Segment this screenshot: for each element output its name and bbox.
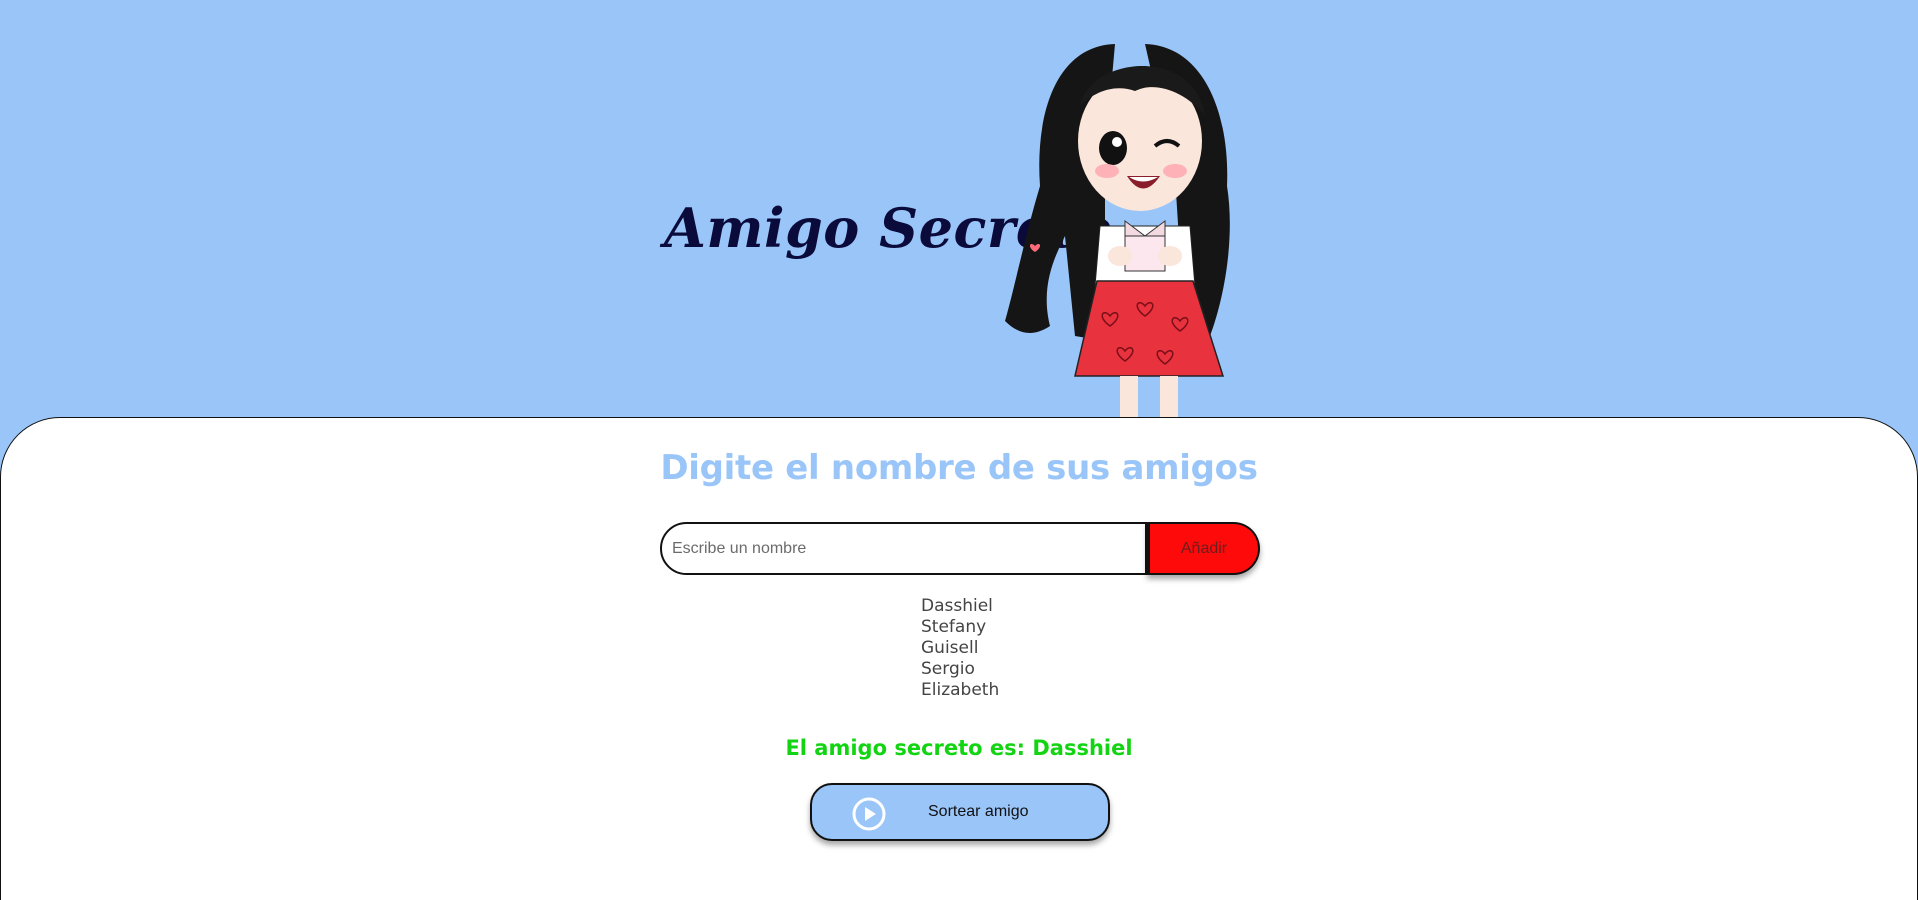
add-friend-form: Añadir (660, 522, 1260, 575)
list-item: Elizabeth (921, 680, 1000, 700)
list-item: Dasshiel (921, 596, 993, 616)
friends-list: Dasshiel Stefany Guisell Sergio Elizabet… (921, 596, 999, 701)
draw-button-label: Sortear amigo (928, 803, 1029, 820)
header: Amigo Secreto (0, 0, 1918, 418)
result-text: El amigo secreto es: Dasshiel (785, 736, 1133, 760)
add-button[interactable]: Añadir (1147, 522, 1260, 575)
list-item: Guisell (921, 638, 979, 658)
list-item: Sergio (921, 659, 975, 679)
friend-name-input[interactable] (660, 522, 1147, 575)
list-item: Stefany (921, 617, 987, 637)
play-circle-icon (852, 797, 886, 831)
section-subtitle: Digite el nombre de sus amigos (660, 448, 1258, 488)
girl-with-gift-icon (1005, 44, 1230, 418)
draw-friend-button[interactable]: Sortear amigo (810, 783, 1110, 841)
